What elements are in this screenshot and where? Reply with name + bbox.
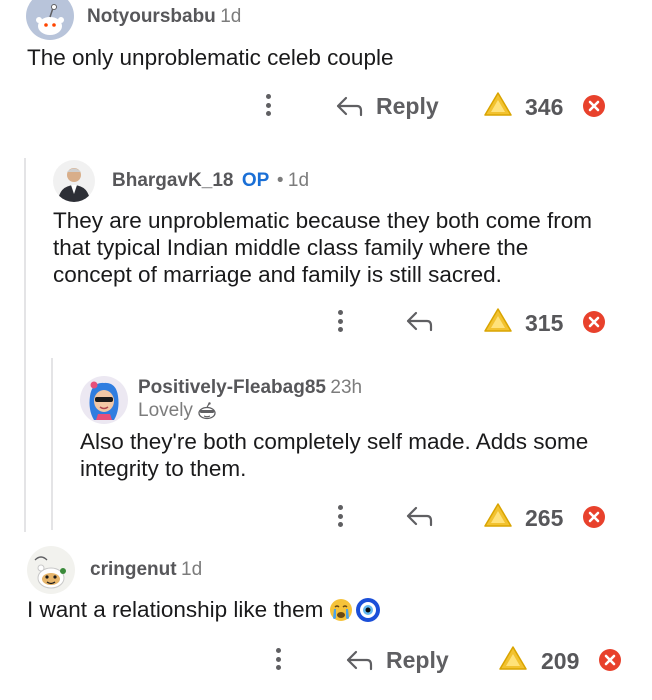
- user-flair: Lovely: [138, 400, 193, 421]
- reply-arrow-icon: [336, 96, 363, 117]
- close-icon[interactable]: [582, 505, 606, 534]
- avatar[interactable]: [26, 0, 74, 40]
- award-icon[interactable]: [483, 502, 513, 535]
- award-icon[interactable]: [498, 645, 528, 678]
- more-options-icon[interactable]: [336, 505, 344, 527]
- reply-button[interactable]: [404, 310, 434, 337]
- score: 265: [525, 505, 564, 531]
- thread-line[interactable]: [24, 158, 26, 354]
- snoo-avatar-icon: [34, 556, 66, 589]
- comment-age: 1d: [220, 6, 242, 27]
- snoo-avatar-icon: [36, 4, 64, 35]
- reply-button[interactable]: Reply: [334, 89, 439, 123]
- more-options-icon[interactable]: [264, 94, 272, 116]
- snoo-flair-icon: [198, 402, 216, 420]
- comment-body: Also they're both completely self made. …: [80, 429, 589, 481]
- avatar[interactable]: [80, 376, 128, 424]
- username[interactable]: Positively-Fleabag85: [138, 377, 326, 398]
- reply-button[interactable]: Reply: [344, 643, 449, 677]
- more-options-icon[interactable]: [274, 648, 282, 670]
- reply-arrow-icon: [346, 650, 373, 671]
- nazar-amulet-icon: [356, 597, 381, 622]
- award-icon[interactable]: [483, 91, 513, 124]
- thread-line[interactable]: [51, 358, 53, 530]
- score: 346: [525, 94, 564, 120]
- close-icon[interactable]: [582, 310, 606, 339]
- thread-line[interactable]: [24, 354, 26, 532]
- comment-body: The only unproblematic celeb couple: [27, 45, 394, 70]
- avatar[interactable]: [53, 160, 95, 202]
- close-icon[interactable]: [598, 648, 622, 677]
- avatar[interactable]: [27, 546, 75, 594]
- score: 209: [541, 648, 580, 674]
- comment-age: 1d: [287, 170, 310, 191]
- score: 315: [525, 310, 564, 336]
- crying-face-icon: [330, 598, 353, 621]
- comment-body: They are unproblematic because they both…: [53, 208, 593, 287]
- award-icon[interactable]: [483, 307, 513, 340]
- person-avatar-icon: [58, 168, 90, 202]
- comment-age: 23h: [330, 377, 363, 398]
- reply-arrow-icon: [406, 311, 433, 332]
- comment-body: I want a relationship like them: [27, 597, 324, 622]
- reply-label: Reply: [376, 92, 439, 119]
- comment-age: 1d: [181, 559, 203, 580]
- reply-label: Reply: [386, 646, 449, 673]
- username[interactable]: cringenut: [90, 559, 177, 580]
- username[interactable]: BhargavK_18: [112, 170, 233, 191]
- more-options-icon[interactable]: [336, 310, 344, 332]
- reply-button[interactable]: [404, 505, 434, 532]
- close-icon[interactable]: [582, 94, 606, 123]
- cartoon-avatar-icon: [89, 381, 119, 420]
- separator: •: [276, 170, 284, 191]
- op-badge: OP: [241, 170, 270, 191]
- username[interactable]: Notyoursbabu: [87, 6, 216, 27]
- reply-arrow-icon: [406, 506, 433, 527]
